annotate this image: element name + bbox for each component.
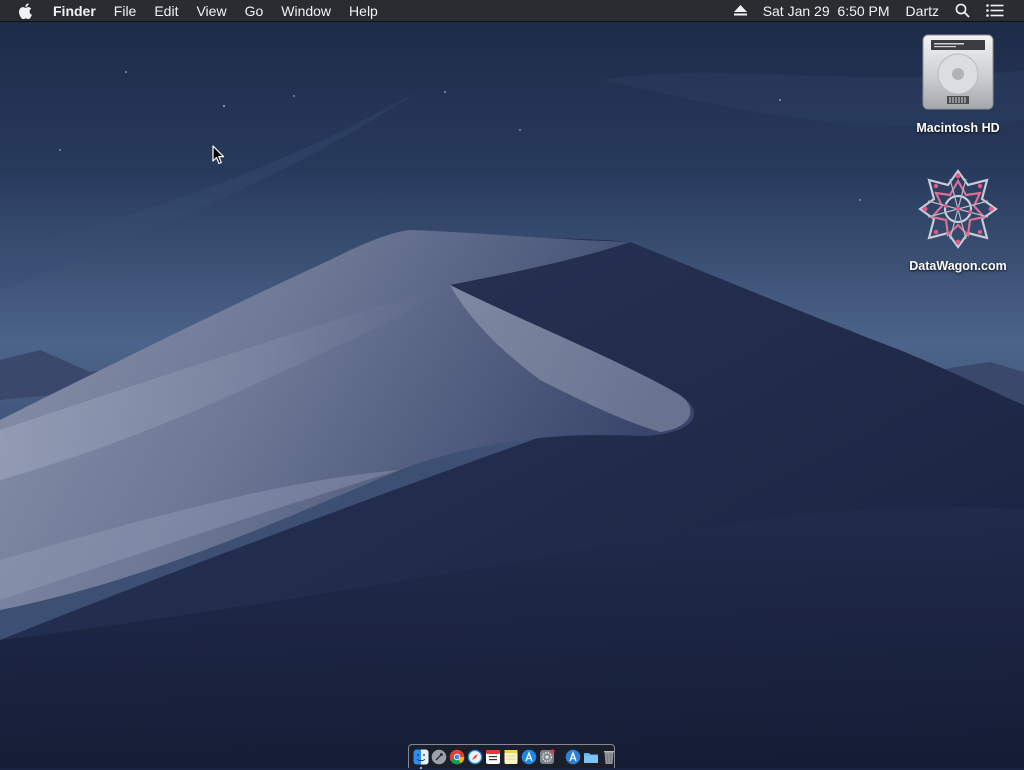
- dock-launchpad-icon[interactable]: [431, 749, 447, 765]
- clock[interactable]: Sat Jan 29 6:50 PM: [755, 0, 898, 22]
- dock-downloads-folder-icon[interactable]: [583, 749, 599, 765]
- notification-center-icon[interactable]: [978, 4, 1012, 17]
- menu-view[interactable]: View: [187, 0, 235, 22]
- dock-app-store-icon[interactable]: [521, 749, 537, 765]
- dock: [408, 744, 615, 768]
- mouse-pointer-icon: [212, 145, 226, 165]
- user-name[interactable]: Dartz: [898, 0, 947, 22]
- datawagon-logo-icon: [916, 168, 1000, 250]
- menu-help[interactable]: Help: [340, 0, 387, 22]
- menu-bar: Finder File Edit View Go Window Help Sat…: [0, 0, 1024, 22]
- dock-safari-icon[interactable]: [467, 749, 483, 765]
- desktop-icon-label: DataWagon.com: [903, 259, 1013, 273]
- desktop-icon-datawagon[interactable]: DataWagon.com: [903, 168, 1013, 273]
- menu-bar-left: Finder File Edit View Go Window Help: [0, 0, 387, 22]
- menu-bar-right: Sat Jan 29 6:50 PM Dartz: [726, 0, 1024, 22]
- menu-file[interactable]: File: [105, 0, 146, 22]
- dock-applications-folder-icon[interactable]: [565, 749, 581, 765]
- menu-edit[interactable]: Edit: [145, 0, 187, 22]
- eject-icon[interactable]: [726, 5, 755, 16]
- apple-menu-icon[interactable]: [0, 0, 44, 22]
- app-menu-finder[interactable]: Finder: [44, 0, 105, 22]
- dock-trash-icon[interactable]: [601, 749, 617, 765]
- menu-window[interactable]: Window: [272, 0, 340, 22]
- dock-calendar-icon[interactable]: [485, 749, 501, 765]
- desktop-icon-macintosh-hd[interactable]: Macintosh HD: [903, 32, 1013, 135]
- dock-chrome-icon[interactable]: [449, 749, 465, 765]
- dock-finder-icon[interactable]: [413, 749, 429, 765]
- desktop-wallpaper: [0, 0, 1024, 768]
- spotlight-search-icon[interactable]: [947, 3, 978, 18]
- desktop-icon-label: Macintosh HD: [903, 121, 1013, 135]
- dock-system-preferences-icon[interactable]: [539, 749, 555, 765]
- dock-notes-icon[interactable]: [503, 749, 519, 765]
- menu-go[interactable]: Go: [236, 0, 273, 22]
- hard-drive-icon: [919, 32, 997, 112]
